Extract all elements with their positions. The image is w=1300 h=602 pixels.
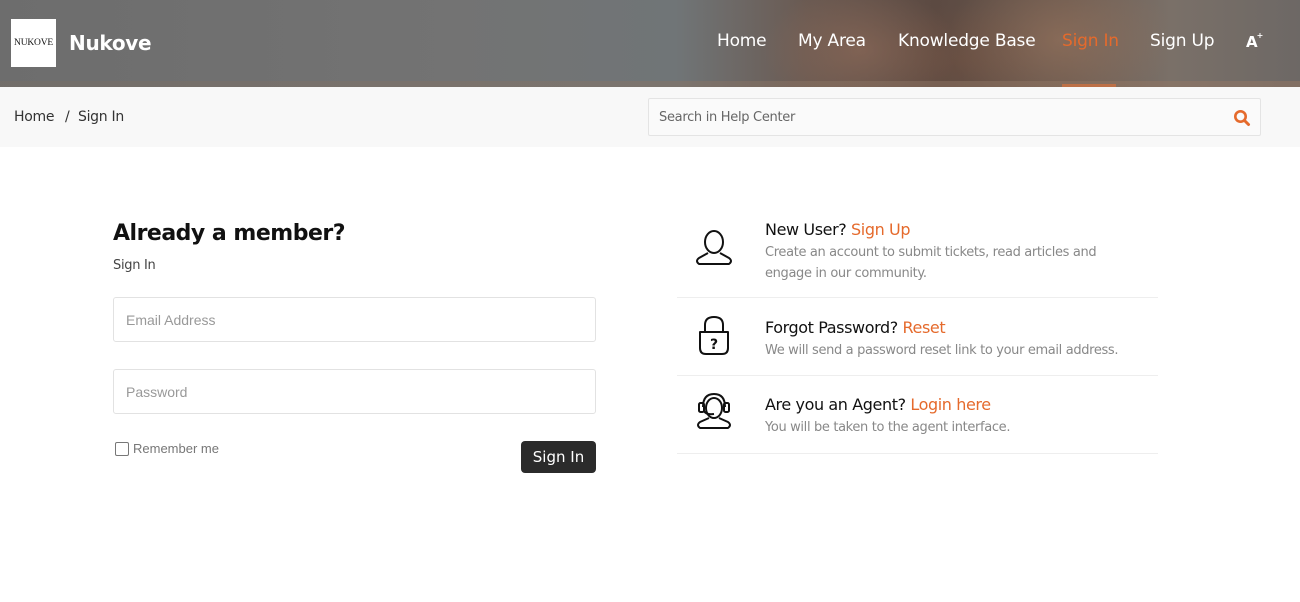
- lock-question-icon: ?: [699, 315, 729, 355]
- reset-link[interactable]: Reset: [903, 318, 946, 337]
- email-field[interactable]: [113, 297, 596, 342]
- option-agent: Are you an Agent? Login here You will be…: [677, 376, 1158, 454]
- option-description: You will be taken to the agent interface…: [765, 420, 1011, 435]
- sign-up-link[interactable]: Sign Up: [851, 220, 910, 239]
- breadcrumb-bar: Home / Sign In: [0, 87, 1300, 147]
- breadcrumb-home[interactable]: Home: [14, 109, 54, 125]
- option-title: Forgot Password? Reset: [765, 318, 946, 337]
- option-description: Create an account to submit tickets, rea…: [765, 245, 1097, 281]
- option-forgot-password: ? Forgot Password? Reset We will send a …: [677, 298, 1158, 376]
- option-description: We will send a password reset link to yo…: [765, 343, 1119, 358]
- nav-my-area[interactable]: My Area: [798, 31, 866, 51]
- font-size-plus: +: [1256, 31, 1264, 40]
- option-title: Are you an Agent? Login here: [765, 395, 991, 414]
- main-nav: Home My Area Knowledge Base Sign In Sign…: [0, 0, 1300, 87]
- user-icon: [696, 230, 732, 265]
- password-field[interactable]: [113, 369, 596, 414]
- agent-headset-icon: [697, 392, 731, 429]
- breadcrumb-current: Sign In: [78, 109, 124, 125]
- search-icon[interactable]: [1233, 109, 1251, 127]
- breadcrumb-separator: /: [65, 109, 70, 125]
- remember-me-checkbox[interactable]: [115, 441, 129, 456]
- option-question: Are you an Agent?: [765, 395, 906, 414]
- sign-in-button[interactable]: Sign In: [521, 441, 596, 473]
- nav-home[interactable]: Home: [717, 31, 767, 51]
- search-box: [648, 98, 1261, 136]
- form-title: Already a member?: [113, 221, 346, 246]
- option-title: New User? Sign Up: [765, 220, 911, 239]
- option-question: New User?: [765, 220, 847, 239]
- search-input[interactable]: [649, 99, 1260, 135]
- agent-login-link[interactable]: Login here: [910, 395, 991, 414]
- nav-knowledge-base[interactable]: Knowledge Base: [898, 31, 1036, 51]
- font-size-icon[interactable]: A+: [1246, 31, 1264, 51]
- remember-me[interactable]: Remember me: [115, 441, 219, 456]
- nav-sign-in[interactable]: Sign In: [1062, 31, 1119, 51]
- nav-sign-up[interactable]: Sign Up: [1150, 31, 1215, 51]
- font-size-letter: A: [1246, 33, 1258, 51]
- option-new-user: New User? Sign Up Create an account to s…: [677, 210, 1158, 298]
- remember-me-label: Remember me: [133, 441, 219, 456]
- form-subtitle: Sign In: [113, 258, 156, 273]
- option-question: Forgot Password?: [765, 318, 898, 337]
- site-header: NUKOVE Nukove Home My Area Knowledge Bas…: [0, 0, 1300, 87]
- svg-text:?: ?: [710, 337, 718, 353]
